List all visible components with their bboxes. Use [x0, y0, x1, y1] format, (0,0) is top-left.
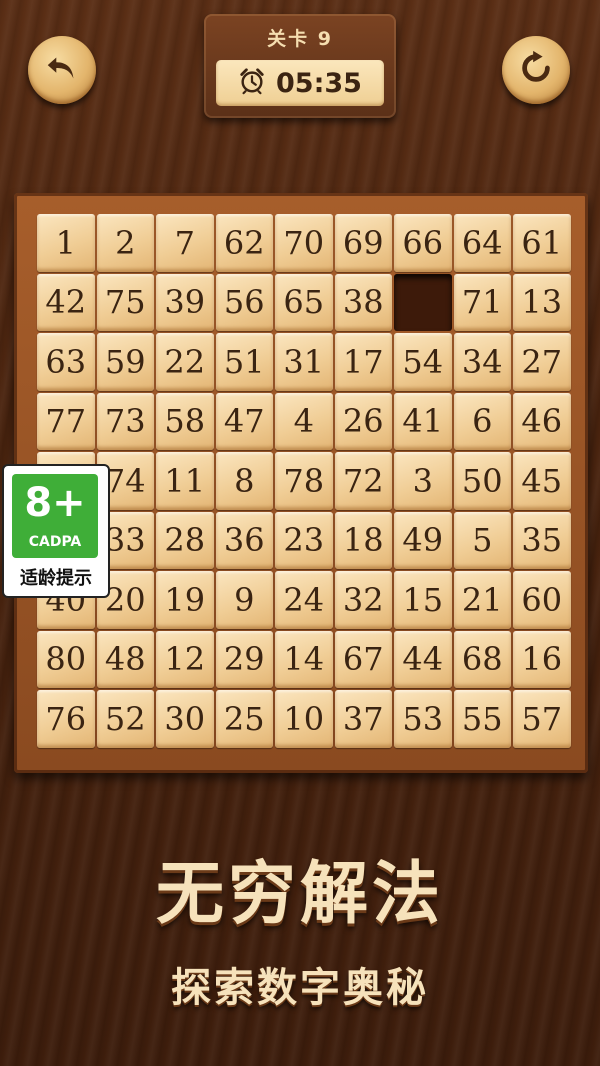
- number-tile[interactable]: 11: [156, 452, 214, 510]
- number-tile[interactable]: 58: [156, 392, 214, 450]
- number-tile[interactable]: 62: [215, 214, 273, 272]
- number-tile[interactable]: 44: [394, 630, 452, 688]
- number-tile[interactable]: 26: [334, 392, 392, 450]
- number-tile[interactable]: 13: [513, 273, 571, 331]
- number-tile[interactable]: 23: [275, 511, 333, 569]
- number-tile[interactable]: 59: [96, 333, 154, 391]
- number-tile[interactable]: 69: [334, 214, 392, 272]
- number-tile[interactable]: 57: [513, 690, 571, 748]
- number-tile[interactable]: 18: [334, 511, 392, 569]
- level-label: 关卡 9: [267, 28, 333, 50]
- number-tile[interactable]: 1: [37, 214, 95, 272]
- number-tile[interactable]: 63: [37, 333, 95, 391]
- number-tile[interactable]: 49: [394, 511, 452, 569]
- undo-arrow-icon: [43, 49, 81, 91]
- number-tile[interactable]: 48: [96, 630, 154, 688]
- age-rating-org: CADPA: [28, 534, 82, 550]
- number-tile[interactable]: 45: [513, 452, 571, 510]
- number-tile[interactable]: 77: [37, 392, 95, 450]
- restart-icon: [517, 49, 555, 91]
- number-tile[interactable]: 9: [215, 571, 273, 629]
- number-tile[interactable]: 31: [275, 333, 333, 391]
- slogan-subtitle: 探索数字奥秘: [171, 964, 429, 1011]
- number-tile[interactable]: 52: [96, 690, 154, 748]
- number-tile[interactable]: 2: [96, 214, 154, 272]
- number-tile[interactable]: 29: [215, 630, 273, 688]
- number-tile[interactable]: 19: [156, 571, 214, 629]
- number-tile[interactable]: 3: [394, 452, 452, 510]
- number-tile[interactable]: 28: [156, 511, 214, 569]
- number-tile[interactable]: 53: [394, 690, 452, 748]
- number-tile[interactable]: 60: [513, 571, 571, 629]
- number-tile[interactable]: 61: [513, 214, 571, 272]
- timer-text: 05:35: [276, 67, 362, 99]
- number-tile[interactable]: 10: [275, 690, 333, 748]
- number-tile[interactable]: 51: [215, 333, 273, 391]
- number-tile[interactable]: 15: [394, 571, 452, 629]
- empty-slot: [394, 273, 452, 331]
- number-tile[interactable]: 35: [513, 511, 571, 569]
- number-tile[interactable]: 37: [334, 690, 392, 748]
- number-tile[interactable]: 66: [394, 214, 452, 272]
- number-tile[interactable]: 73: [96, 392, 154, 450]
- number-tile[interactable]: 7: [156, 214, 214, 272]
- number-tile[interactable]: 27: [513, 333, 571, 391]
- slogan-title: 无穷解法: [155, 854, 444, 934]
- back-button[interactable]: [28, 36, 96, 104]
- restart-button[interactable]: [502, 36, 570, 104]
- level-panel: 关卡 9 05:35: [204, 14, 396, 118]
- number-tile[interactable]: 68: [453, 630, 511, 688]
- number-tile[interactable]: 78: [275, 452, 333, 510]
- number-tile[interactable]: 41: [394, 392, 452, 450]
- number-tile[interactable]: 5: [453, 511, 511, 569]
- number-tile[interactable]: 47: [215, 392, 273, 450]
- number-tile[interactable]: 24: [275, 571, 333, 629]
- number-tile[interactable]: 22: [156, 333, 214, 391]
- age-rating-badge: 8+ CADPA 适龄提示: [2, 464, 110, 598]
- number-tile[interactable]: 38: [334, 273, 392, 331]
- number-tile[interactable]: 54: [394, 333, 452, 391]
- number-tile[interactable]: 42: [37, 273, 95, 331]
- number-tile[interactable]: 30: [156, 690, 214, 748]
- number-tile[interactable]: 21: [453, 571, 511, 629]
- number-tile[interactable]: 67: [334, 630, 392, 688]
- number-tile[interactable]: 39: [156, 273, 214, 331]
- number-tile[interactable]: 80: [37, 630, 95, 688]
- number-tile[interactable]: 70: [275, 214, 333, 272]
- timer-box: 05:35: [216, 60, 384, 106]
- number-tile[interactable]: 32: [334, 571, 392, 629]
- number-tile[interactable]: 46: [513, 392, 571, 450]
- number-tile[interactable]: 55: [453, 690, 511, 748]
- number-tile[interactable]: 16: [513, 630, 571, 688]
- age-rating-number: 8+: [24, 480, 86, 526]
- number-tile[interactable]: 6: [453, 392, 511, 450]
- number-tile[interactable]: 4: [275, 392, 333, 450]
- number-tile[interactable]: 71: [453, 273, 511, 331]
- number-tile[interactable]: 56: [215, 273, 273, 331]
- number-tile[interactable]: 76: [37, 690, 95, 748]
- age-rating-tip: 适龄提示: [20, 568, 92, 589]
- number-tile[interactable]: 50: [453, 452, 511, 510]
- alarm-clock-icon: [238, 67, 266, 99]
- number-tile[interactable]: 14: [275, 630, 333, 688]
- number-tile[interactable]: 75: [96, 273, 154, 331]
- number-tile[interactable]: 36: [215, 511, 273, 569]
- number-tile[interactable]: 12: [156, 630, 214, 688]
- number-tile[interactable]: 34: [453, 333, 511, 391]
- age-rating-panel: 8+ CADPA: [12, 474, 98, 558]
- number-tile[interactable]: 64: [453, 214, 511, 272]
- number-tile[interactable]: 65: [275, 273, 333, 331]
- number-tile[interactable]: 72: [334, 452, 392, 510]
- number-tile[interactable]: 8: [215, 452, 273, 510]
- number-tile[interactable]: 25: [215, 690, 273, 748]
- tile-grid: 1 2 7 62 70 69 66 64 61 42 75 39 56 65 38 71 13 63 59 22 51 3…: [36, 213, 572, 749]
- number-tile[interactable]: 17: [334, 333, 392, 391]
